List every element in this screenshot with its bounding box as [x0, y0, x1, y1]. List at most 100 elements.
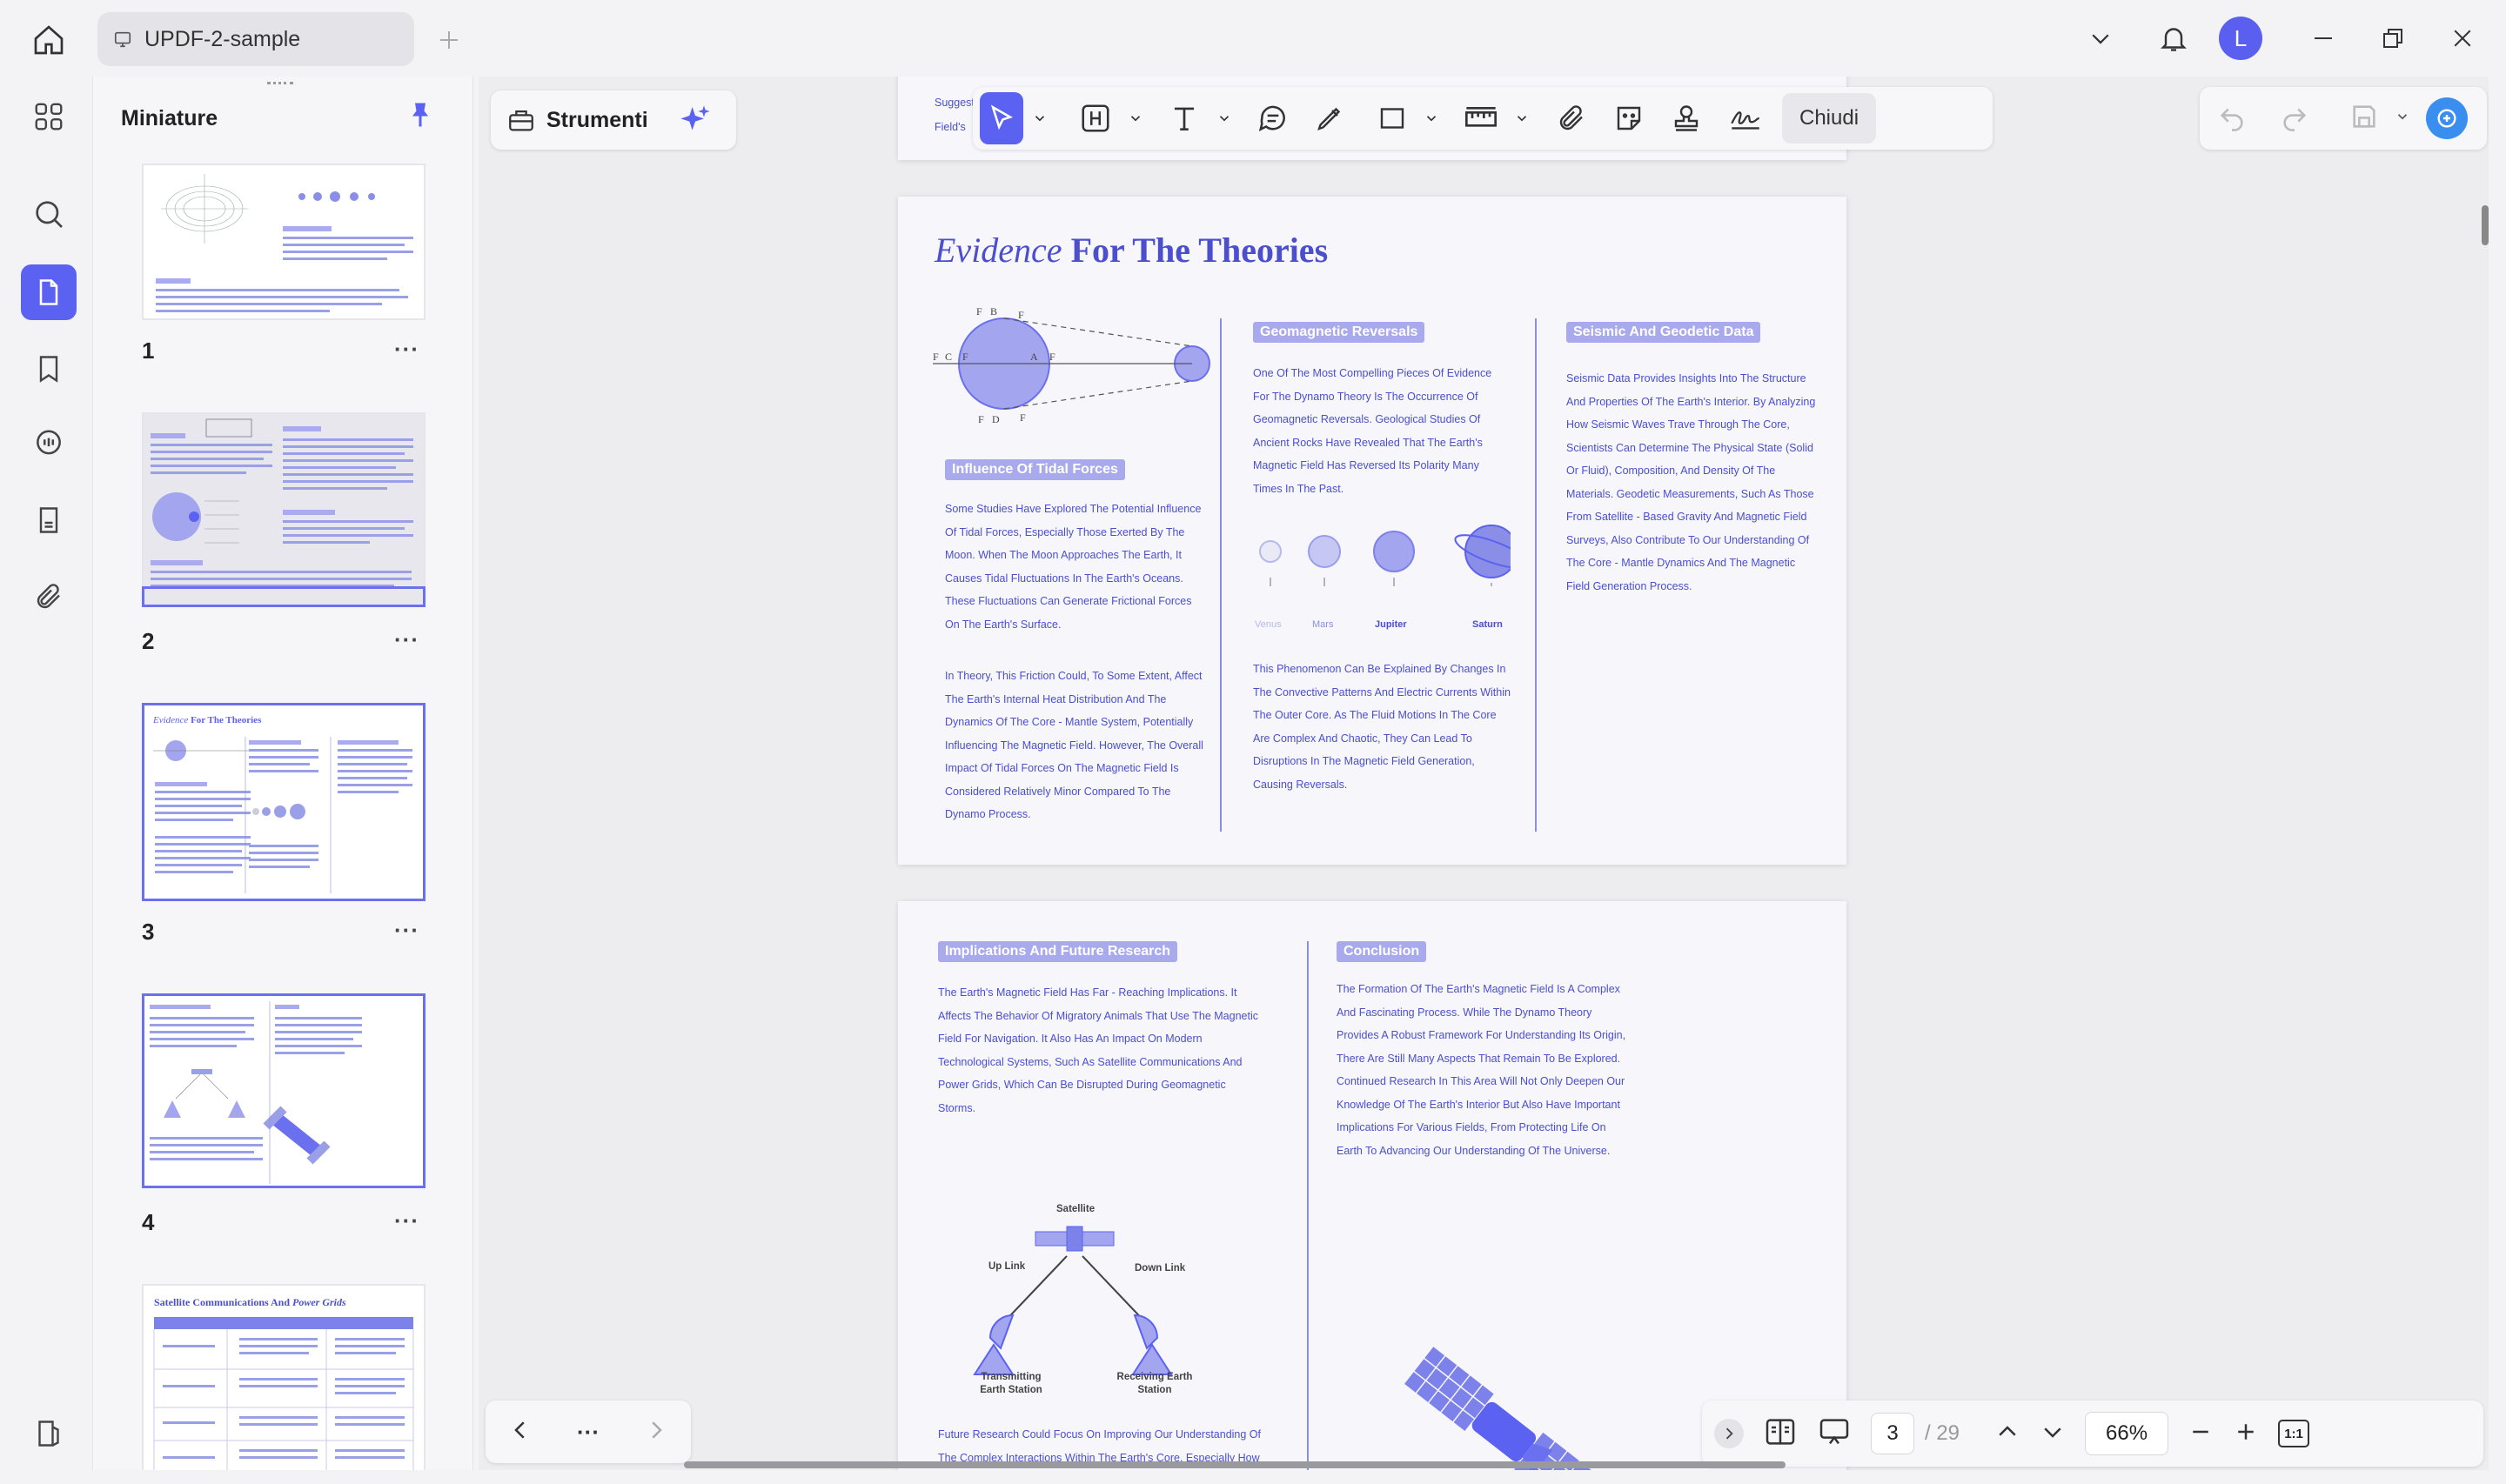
toolbox-icon — [509, 110, 533, 131]
horizontal-scrollbar[interactable] — [684, 1461, 1786, 1468]
pencil-tool[interactable] — [1307, 92, 1352, 144]
thumbnail-page-3[interactable]: Evidence For The Theories — [142, 703, 425, 901]
notifications-button[interactable] — [2149, 14, 2198, 63]
settings-panel-button[interactable] — [21, 1406, 77, 1461]
vertical-scrollbar[interactable] — [2482, 205, 2489, 245]
select-tool[interactable] — [980, 92, 1023, 144]
planet-label-jupiter: Jupiter — [1375, 619, 1407, 630]
window-controls: L — [2076, 0, 2506, 77]
column-divider-2 — [1535, 318, 1537, 832]
signature-tool[interactable] — [1721, 92, 1770, 144]
thumbnail-1-preview — [156, 174, 413, 312]
sticker-tool[interactable] — [1606, 92, 1652, 144]
page-down-button[interactable] — [2040, 1419, 2066, 1449]
chevron-down-icon — [1130, 116, 1141, 122]
undo-button[interactable] — [2217, 102, 2247, 136]
attach-tool[interactable] — [1549, 92, 1594, 144]
tools-menu-button[interactable]: Strumenti — [491, 90, 736, 150]
close-annotation-button[interactable]: Chiudi — [1782, 93, 1877, 144]
apps-button[interactable] — [21, 89, 77, 144]
panel-drag-handle[interactable] — [267, 82, 293, 87]
tabs-dropdown-button[interactable] — [2076, 14, 2125, 63]
save-button[interactable] — [2349, 102, 2379, 136]
highlight-tool-dropdown[interactable] — [1121, 92, 1150, 144]
close-window-button[interactable] — [2436, 14, 2489, 63]
page-up-button[interactable] — [1994, 1419, 2020, 1449]
home-button[interactable] — [24, 19, 73, 61]
thumbnail-4-more-button[interactable]: ··· — [394, 1207, 419, 1234]
thumbnail-page-2[interactable] — [142, 412, 425, 607]
zoom-controls: 3 / 29 66% 1:1 — [1702, 1400, 2483, 1467]
satellite-illustration — [1402, 1344, 1606, 1470]
user-avatar[interactable]: L — [2219, 17, 2262, 60]
redo-button[interactable] — [2280, 102, 2309, 136]
stamp-tool[interactable] — [1664, 92, 1709, 144]
text-tool[interactable] — [1161, 92, 1208, 144]
ai-assistant-button[interactable] — [2426, 97, 2468, 139]
ai-sparkle-icon — [680, 105, 710, 130]
page-3-title-italic: Evidence — [935, 231, 1062, 270]
receiving-station-label: Receiving Earth Station — [1116, 1372, 1193, 1395]
thumbnail-2-more-button[interactable]: ··· — [394, 626, 419, 653]
bookmarks-button[interactable] — [21, 341, 77, 397]
title-bar: UPDF-2-sample L — [0, 0, 2506, 77]
text-tool-dropdown[interactable] — [1209, 92, 1239, 144]
actual-size-button[interactable]: 1:1 — [2278, 1420, 2310, 1447]
measure-tool[interactable] — [1457, 92, 1505, 144]
shape-tool-dropdown[interactable] — [1417, 92, 1446, 144]
save-dropdown[interactable] — [2395, 109, 2410, 129]
thumbnail-page-5[interactable]: Satellite Communications And Power Grids — [142, 1284, 425, 1470]
chevron-right-icon — [1725, 1427, 1733, 1440]
document-tab[interactable]: UPDF-2-sample — [97, 12, 414, 66]
select-tool-dropdown[interactable] — [1025, 92, 1055, 144]
shape-tool[interactable] — [1370, 92, 1415, 144]
tidal-forces-paragraph-2: In Theory, This Friction Could, To Some … — [945, 670, 1203, 820]
search-button[interactable] — [21, 186, 77, 242]
pin-button[interactable] — [405, 99, 443, 137]
cursor-icon — [990, 104, 1014, 130]
thumbnail-3-more-button[interactable]: ··· — [394, 917, 419, 944]
collapse-bar-button[interactable] — [1714, 1419, 1744, 1448]
more-button[interactable]: ··· — [577, 1419, 600, 1446]
page-4-column-divider — [1307, 941, 1309, 1470]
svg-text:D: D — [992, 413, 1000, 425]
thumbnail-page-1[interactable] — [142, 164, 425, 320]
panel-title: Miniature — [121, 106, 218, 130]
reading-mode-button[interactable] — [1763, 1414, 1798, 1454]
comment-tool[interactable] — [1250, 92, 1297, 144]
previous-button[interactable] — [507, 1417, 533, 1447]
sticker-icon — [1617, 106, 1641, 130]
thumbnails-button[interactable] — [21, 264, 77, 320]
bell-icon — [2161, 28, 2187, 51]
thumbnail-5-title: Satellite Communications And Power Grids — [154, 1296, 346, 1309]
attachments-button[interactable] — [21, 569, 77, 625]
thumbnail-page-4[interactable] — [142, 993, 425, 1188]
zoom-out-button[interactable] — [2188, 1419, 2214, 1449]
zoom-in-button[interactable] — [2233, 1419, 2259, 1449]
undo-icon — [2220, 108, 2243, 131]
forms-button[interactable] — [21, 492, 77, 548]
restore-button[interactable] — [2367, 14, 2419, 63]
svg-text:F: F — [976, 306, 982, 318]
page-icon — [39, 279, 58, 305]
measure-tool-dropdown[interactable] — [1507, 92, 1537, 144]
planet-labels: Venus Mars Jupiter Saturn — [1250, 619, 1511, 640]
thumbnail-1-more-button[interactable]: ··· — [394, 336, 419, 363]
thumbnail-number-4: 4 — [142, 1209, 155, 1235]
highlight-tool[interactable] — [1072, 92, 1119, 144]
thumbnail-4-preview — [150, 1001, 362, 1184]
document-viewer[interactable]: Suggesting That The Earth Was A Giant Ma… — [479, 77, 2489, 1470]
presentation-button[interactable] — [1817, 1414, 1852, 1454]
right-toolbar — [2200, 87, 2487, 150]
presentation-icon — [1819, 1418, 1849, 1444]
comments-button[interactable] — [21, 416, 77, 471]
page-number-input[interactable]: 3 — [1871, 1413, 1914, 1454]
comment-icon — [37, 430, 61, 455]
minimize-button[interactable] — [2297, 14, 2349, 63]
next-button[interactable] — [643, 1417, 669, 1447]
zoom-level[interactable]: 66% — [2085, 1412, 2169, 1455]
new-tab-button[interactable] — [430, 21, 468, 59]
paperclip-icon — [37, 584, 60, 609]
home-icon — [34, 25, 64, 55]
svg-text:C: C — [945, 351, 952, 363]
